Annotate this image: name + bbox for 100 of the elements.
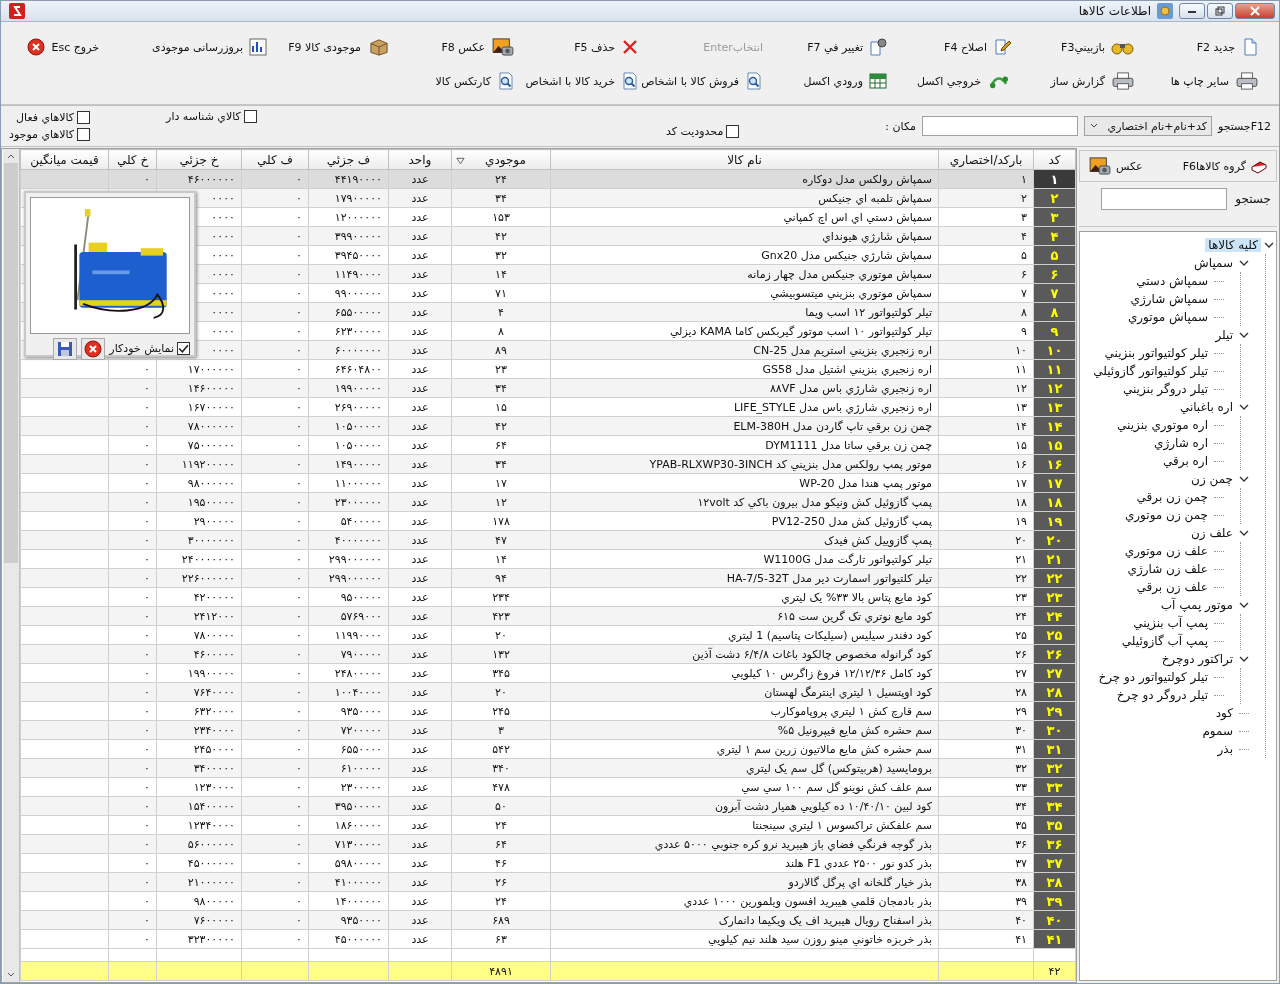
column-header[interactable]: ف کلي bbox=[241, 149, 309, 170]
tree-item[interactable]: سمپاش شارژي bbox=[1127, 292, 1211, 306]
table-cell: ۴۱ bbox=[938, 929, 1034, 949]
column-header[interactable]: خ کلي bbox=[108, 149, 157, 170]
checkbox[interactable]: کالاهاي موجود bbox=[9, 128, 91, 141]
column-header[interactable]: کد bbox=[1033, 149, 1076, 170]
chevron-icon[interactable] bbox=[1239, 474, 1249, 484]
close-icon bbox=[84, 339, 103, 358]
exit-button[interactable]: خروج Esc bbox=[17, 34, 103, 60]
tree-item[interactable]: کليه کالاها bbox=[1205, 238, 1261, 252]
tree-item[interactable]: تراکتور دوچرخ bbox=[1158, 652, 1236, 666]
table-cell: تيلر کولتيواتور تارگت مدل W1100G bbox=[550, 549, 939, 569]
table-cell: ۰ bbox=[241, 701, 309, 721]
toolbar-button[interactable]: بروزرسانی موجودی bbox=[147, 34, 271, 60]
photo-button[interactable]: عکس bbox=[1086, 155, 1145, 177]
checkbox[interactable]: کالاهاي فعال bbox=[9, 111, 91, 124]
table-cell: ۸ bbox=[451, 321, 551, 341]
save-icon bbox=[57, 340, 74, 357]
tree-item[interactable]: بذر bbox=[1214, 742, 1236, 756]
column-header[interactable]: واحد bbox=[388, 149, 452, 170]
chevron-icon[interactable] bbox=[1239, 654, 1249, 664]
tree-item[interactable]: سمپاش دستي bbox=[1133, 274, 1211, 288]
restore-button[interactable] bbox=[1207, 3, 1233, 19]
search-label: جستجو bbox=[1235, 192, 1271, 206]
tree-item[interactable]: تيلر دروگر بنزيني bbox=[1120, 382, 1211, 396]
table-cell: ۰ bbox=[241, 929, 309, 949]
tree-item[interactable]: اره برقي bbox=[1160, 454, 1211, 468]
tree-item[interactable]: اره شارژي bbox=[1151, 436, 1211, 450]
table-cell: ۷ bbox=[938, 283, 1034, 303]
table-cell: ۰ bbox=[108, 663, 157, 683]
toolbar-button[interactable]: تغيير في F7 bbox=[767, 34, 891, 60]
tree-item[interactable]: اره موتوري بنزيني bbox=[1114, 418, 1211, 432]
table-cell: ۰ bbox=[108, 587, 157, 607]
table-cell: ۲۵ bbox=[938, 625, 1034, 645]
table-cell: عدد bbox=[388, 739, 452, 759]
toolbar-button[interactable]: خروجي اکسل bbox=[891, 68, 1015, 94]
tree-item[interactable]: پمپ آب گازوئيلي bbox=[1118, 634, 1211, 648]
table-cell: سم علف کش نوينو گل سم ۱۰۰ سي سي bbox=[550, 777, 939, 797]
code-limit-checkbox[interactable]: محدوديت کد bbox=[666, 124, 740, 138]
tree-item[interactable]: چمن زن برقي bbox=[1133, 490, 1211, 504]
tree-item[interactable]: چمن زن موتوري bbox=[1121, 508, 1211, 522]
tree-item[interactable]: موتور پمپ آب bbox=[1157, 598, 1236, 612]
search-field[interactable] bbox=[1101, 188, 1228, 210]
tree-item[interactable]: اره باغباني bbox=[1176, 400, 1236, 414]
column-header[interactable]: موجودي bbox=[451, 149, 551, 170]
tree-item[interactable]: سمپاش موتوري bbox=[1124, 310, 1211, 324]
column-header[interactable]: نام کالا bbox=[550, 149, 939, 170]
table-cell: ۶۳ bbox=[451, 929, 551, 949]
search-icon bbox=[745, 72, 763, 90]
chevron-icon[interactable] bbox=[1264, 240, 1274, 250]
tree-item[interactable]: سموم bbox=[1199, 724, 1236, 738]
table-cell: ۰ bbox=[241, 321, 309, 341]
tree-item[interactable]: تيلر bbox=[1212, 328, 1236, 342]
column-header[interactable]: قيمت ميانگين bbox=[20, 149, 109, 170]
chevron-icon[interactable] bbox=[1239, 528, 1249, 538]
toolbar-button[interactable]: خريد کالا با اشخاص bbox=[519, 68, 643, 94]
chart-icon bbox=[249, 38, 267, 56]
scrollbar[interactable] bbox=[3, 149, 20, 982]
tree-item[interactable]: چمن زن bbox=[1188, 472, 1236, 486]
tree-item[interactable]: کود bbox=[1212, 706, 1236, 720]
tree-item[interactable]: علف زن برقي bbox=[1133, 580, 1211, 594]
toolbar-button[interactable]: موجودی کالا F9 bbox=[271, 34, 395, 60]
chevron-icon[interactable] bbox=[1239, 330, 1249, 340]
tree-item[interactable]: علف زن bbox=[1188, 526, 1236, 540]
chevron-icon[interactable] bbox=[1239, 402, 1249, 412]
pencil-icon bbox=[993, 38, 1011, 56]
search-mode-dropdown[interactable]: کد+نام+نام اختصاري bbox=[1083, 116, 1212, 136]
tree-item[interactable]: علف زن شارژي bbox=[1124, 562, 1211, 576]
toolbar-button[interactable]: ساير چاپ ها bbox=[1139, 68, 1263, 94]
tree-item[interactable]: پمپ آب بنزيني bbox=[1130, 616, 1211, 630]
place-field[interactable] bbox=[921, 116, 1078, 136]
close-button[interactable] bbox=[1235, 3, 1275, 19]
tree-item[interactable]: علف زن موتوري bbox=[1121, 544, 1211, 558]
chevron-icon[interactable] bbox=[1239, 258, 1249, 268]
tree-item[interactable]: تيلر کولتيواتور دو چرخ bbox=[1095, 670, 1211, 684]
column-header[interactable]: خ جزئي bbox=[156, 149, 242, 170]
column-header[interactable]: بارکد/اختصاري bbox=[938, 149, 1034, 170]
toolbar-button[interactable]: کارتکس کالا bbox=[395, 68, 519, 94]
groups-button[interactable]: گروه کالاهاF6 bbox=[1180, 155, 1270, 177]
tree-item[interactable]: سمپاش bbox=[1191, 256, 1236, 270]
table-cell: ۳ bbox=[938, 207, 1034, 227]
close-button[interactable] bbox=[81, 337, 106, 360]
tree-item[interactable]: تيلر کولتيواتور بنزيني bbox=[1101, 346, 1211, 360]
checkbox[interactable]: کالاي شناسه دار bbox=[166, 110, 257, 123]
tree-item[interactable]: تيلر کولتيواتور گازوئيلي bbox=[1090, 364, 1211, 378]
save-button[interactable] bbox=[53, 337, 78, 360]
column-header[interactable]: ف جزئي bbox=[308, 149, 389, 170]
toolbar-button[interactable]: جديد F2 bbox=[1139, 34, 1263, 60]
toolbar-button[interactable]: اصلاح F4 bbox=[891, 34, 1015, 60]
toolbar-button[interactable]: حذف F5 bbox=[519, 34, 643, 60]
toolbar-button[interactable]: عکس F8 bbox=[395, 34, 519, 60]
chevron-icon[interactable] bbox=[1239, 600, 1249, 610]
table-cell: ۱۶۷۰۰۰۰۰ bbox=[156, 397, 242, 417]
toolbar-button[interactable]: بازبينيF3 bbox=[1015, 34, 1139, 60]
toolbar-button[interactable]: گزارش ساز bbox=[1015, 68, 1139, 94]
toolbar-button[interactable]: فروش کالا با اشخاص bbox=[643, 68, 767, 94]
toolbar-button[interactable]: ورودي اکسل bbox=[767, 68, 891, 94]
tree-item[interactable]: تيلر دروگر دو چرخ bbox=[1113, 688, 1211, 702]
table-cell: ۲۴۰۰۰۰۰۰۰ bbox=[156, 549, 242, 569]
minimize-button[interactable] bbox=[1179, 3, 1205, 19]
